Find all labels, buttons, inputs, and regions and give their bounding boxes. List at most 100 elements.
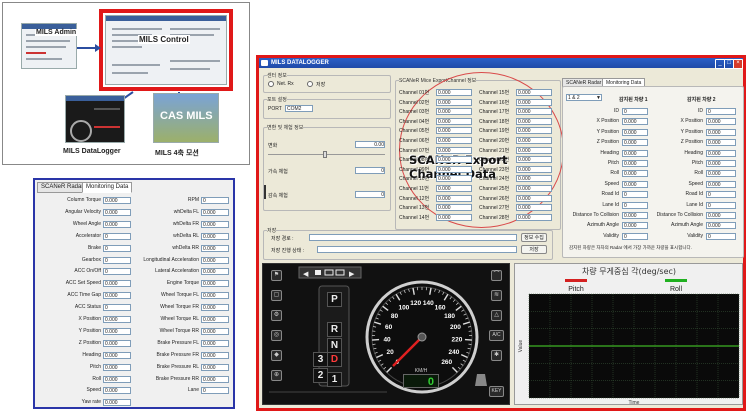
field-value-input[interactable]: 0.000 bbox=[201, 208, 229, 216]
field-value-input[interactable]: 0.000 bbox=[201, 316, 229, 323]
target1-value[interactable]: 0.000 bbox=[622, 139, 648, 147]
field-value-input[interactable]: 0.000 bbox=[103, 316, 131, 323]
channel-value[interactable]: 0.000 bbox=[436, 165, 472, 173]
target1-value[interactable]: 0.000 bbox=[622, 149, 648, 157]
field-value-input[interactable]: 0.000 bbox=[201, 363, 229, 371]
field-value-input[interactable]: 0.000 bbox=[103, 387, 131, 395]
save-radio[interactable] bbox=[307, 81, 313, 87]
slider2-value[interactable]: 0 bbox=[355, 167, 385, 174]
field-value-input[interactable]: 0 bbox=[103, 304, 131, 312]
field-value-input[interactable]: 0.000 bbox=[103, 197, 131, 204]
field-value-input[interactable]: 0.000 bbox=[201, 268, 229, 276]
channel-value[interactable]: 0.000 bbox=[516, 165, 552, 173]
field-value-input[interactable]: 0 bbox=[103, 232, 131, 240]
target1-value[interactable]: 0.000 bbox=[622, 160, 648, 167]
channel-value[interactable]: 0.000 bbox=[516, 175, 552, 183]
target2-value[interactable]: 0 bbox=[706, 108, 736, 115]
target2-value[interactable]: 0.000 bbox=[706, 139, 736, 147]
target1-value[interactable]: 0.000 bbox=[622, 128, 648, 136]
channel-value[interactable]: 0.000 bbox=[436, 117, 472, 125]
channel-value[interactable]: 0.000 bbox=[436, 146, 472, 154]
slider3-value[interactable]: 0 bbox=[355, 191, 385, 198]
channel-value[interactable]: 0.000 bbox=[436, 185, 472, 192]
target2-value[interactable]: 0.000 bbox=[706, 118, 736, 126]
target2-value[interactable]: 0.000 bbox=[706, 222, 736, 230]
channel-value[interactable]: 0.000 bbox=[516, 194, 552, 202]
target1-value[interactable]: 0.000 bbox=[622, 118, 648, 126]
save-button[interactable]: 저장 bbox=[521, 245, 547, 254]
field-value-input[interactable]: 0.000 bbox=[103, 363, 131, 371]
channel-value[interactable]: 0.000 bbox=[516, 127, 552, 135]
target1-value[interactable]: 0 bbox=[622, 108, 648, 115]
field-value-input[interactable]: 0.000 bbox=[201, 280, 229, 288]
field-value-input[interactable]: 0.000 bbox=[103, 399, 131, 407]
target2-value[interactable]: 0 bbox=[706, 201, 736, 209]
channel-value[interactable]: 0.000 bbox=[436, 204, 472, 212]
field-value-input[interactable]: 0.000 bbox=[201, 256, 229, 264]
channel-value[interactable]: 0.000 bbox=[436, 108, 472, 116]
slider1-thumb[interactable] bbox=[323, 151, 327, 158]
target1-value[interactable]: 0.000 bbox=[622, 170, 648, 178]
channel-value[interactable]: 0.000 bbox=[436, 127, 472, 135]
channel-value[interactable]: 0.000 bbox=[436, 89, 472, 96]
field-value-input[interactable]: 0 bbox=[103, 256, 131, 264]
field-value-input[interactable]: 0.000 bbox=[103, 375, 131, 383]
target1-value[interactable]: 0 bbox=[622, 201, 648, 209]
save-path-input[interactable] bbox=[309, 234, 517, 241]
field-value-input[interactable]: 0 bbox=[103, 268, 131, 276]
channel-value[interactable]: 0.000 bbox=[436, 194, 472, 202]
target2-value[interactable]: 0.000 bbox=[706, 212, 736, 219]
channel-value[interactable]: 0.000 bbox=[436, 137, 472, 144]
channel-value[interactable]: 0.000 bbox=[436, 156, 472, 164]
channel-value[interactable]: 0.000 bbox=[516, 146, 552, 154]
channel-value[interactable]: 0.000 bbox=[436, 98, 472, 106]
field-value-input[interactable]: 0.000 bbox=[103, 220, 131, 228]
channel-value[interactable]: 0.000 bbox=[516, 137, 552, 144]
field-value-input[interactable]: 0 bbox=[103, 244, 131, 252]
target2-value[interactable]: 0.000 bbox=[706, 160, 736, 167]
channel-value[interactable]: 0.000 bbox=[516, 156, 552, 164]
slider1-value[interactable]: 0.00 bbox=[355, 141, 385, 148]
target2-value[interactable]: 0.000 bbox=[706, 170, 736, 178]
tab-scaner-radar[interactable]: SCANeR Radar bbox=[37, 182, 88, 193]
field-value-input[interactable]: 0 bbox=[201, 387, 229, 395]
target2-value[interactable]: 0.000 bbox=[706, 180, 736, 188]
channel-value[interactable]: 0.000 bbox=[516, 204, 552, 212]
field-value-input[interactable]: 0.000 bbox=[201, 244, 229, 252]
field-value-input[interactable]: 0.000 bbox=[201, 375, 229, 383]
target1-value[interactable]: 0 bbox=[622, 232, 648, 240]
channel-value[interactable]: 0.000 bbox=[436, 175, 472, 183]
slider3-indicator[interactable] bbox=[264, 185, 266, 199]
channel-value[interactable]: 0.000 bbox=[436, 213, 472, 221]
field-value-input[interactable]: 0.000 bbox=[201, 232, 229, 240]
target1-value[interactable]: 0 bbox=[622, 191, 648, 199]
target2-value[interactable]: 0.000 bbox=[706, 149, 736, 157]
port-select[interactable]: COM2 bbox=[285, 105, 313, 112]
field-value-input[interactable]: 0.000 bbox=[103, 327, 131, 335]
field-value-input[interactable]: 0.000 bbox=[103, 208, 131, 216]
field-value-input[interactable]: 0.000 bbox=[201, 220, 229, 228]
channel-value[interactable]: 0.000 bbox=[516, 117, 552, 125]
target1-value[interactable]: 0.000 bbox=[622, 212, 648, 219]
channel-value[interactable]: 0.000 bbox=[516, 98, 552, 106]
field-value-input[interactable]: 0.000 bbox=[201, 339, 229, 347]
close-button[interactable]: × bbox=[733, 59, 743, 69]
field-value-input[interactable]: 0 bbox=[201, 197, 229, 204]
tab-monitoring-data[interactable]: Monitoring Data bbox=[82, 182, 133, 193]
info-collect-button[interactable]: 정보 수집 bbox=[521, 233, 547, 242]
channel-value[interactable]: 0.000 bbox=[516, 213, 552, 221]
chevron-down-icon[interactable]: ▼ bbox=[596, 95, 601, 101]
field-value-input[interactable]: 0.000 bbox=[201, 304, 229, 312]
field-value-input[interactable]: 0.000 bbox=[201, 292, 229, 300]
target2-value[interactable]: 0.000 bbox=[706, 128, 736, 136]
field-value-input[interactable]: 0.000 bbox=[201, 351, 229, 359]
field-value-input[interactable]: 0.000 bbox=[103, 351, 131, 359]
field-value-input[interactable]: 0.000 bbox=[103, 280, 131, 288]
target1-value[interactable]: 0.000 bbox=[622, 222, 648, 230]
net-rx-radio[interactable] bbox=[268, 81, 274, 87]
field-value-input[interactable]: 0.000 bbox=[103, 339, 131, 347]
target1-value[interactable]: 0.000 bbox=[622, 180, 648, 188]
channel-value[interactable]: 0.000 bbox=[516, 89, 552, 96]
field-value-input[interactable]: 0.000 bbox=[103, 292, 131, 300]
target2-value[interactable]: 0 bbox=[706, 232, 736, 240]
